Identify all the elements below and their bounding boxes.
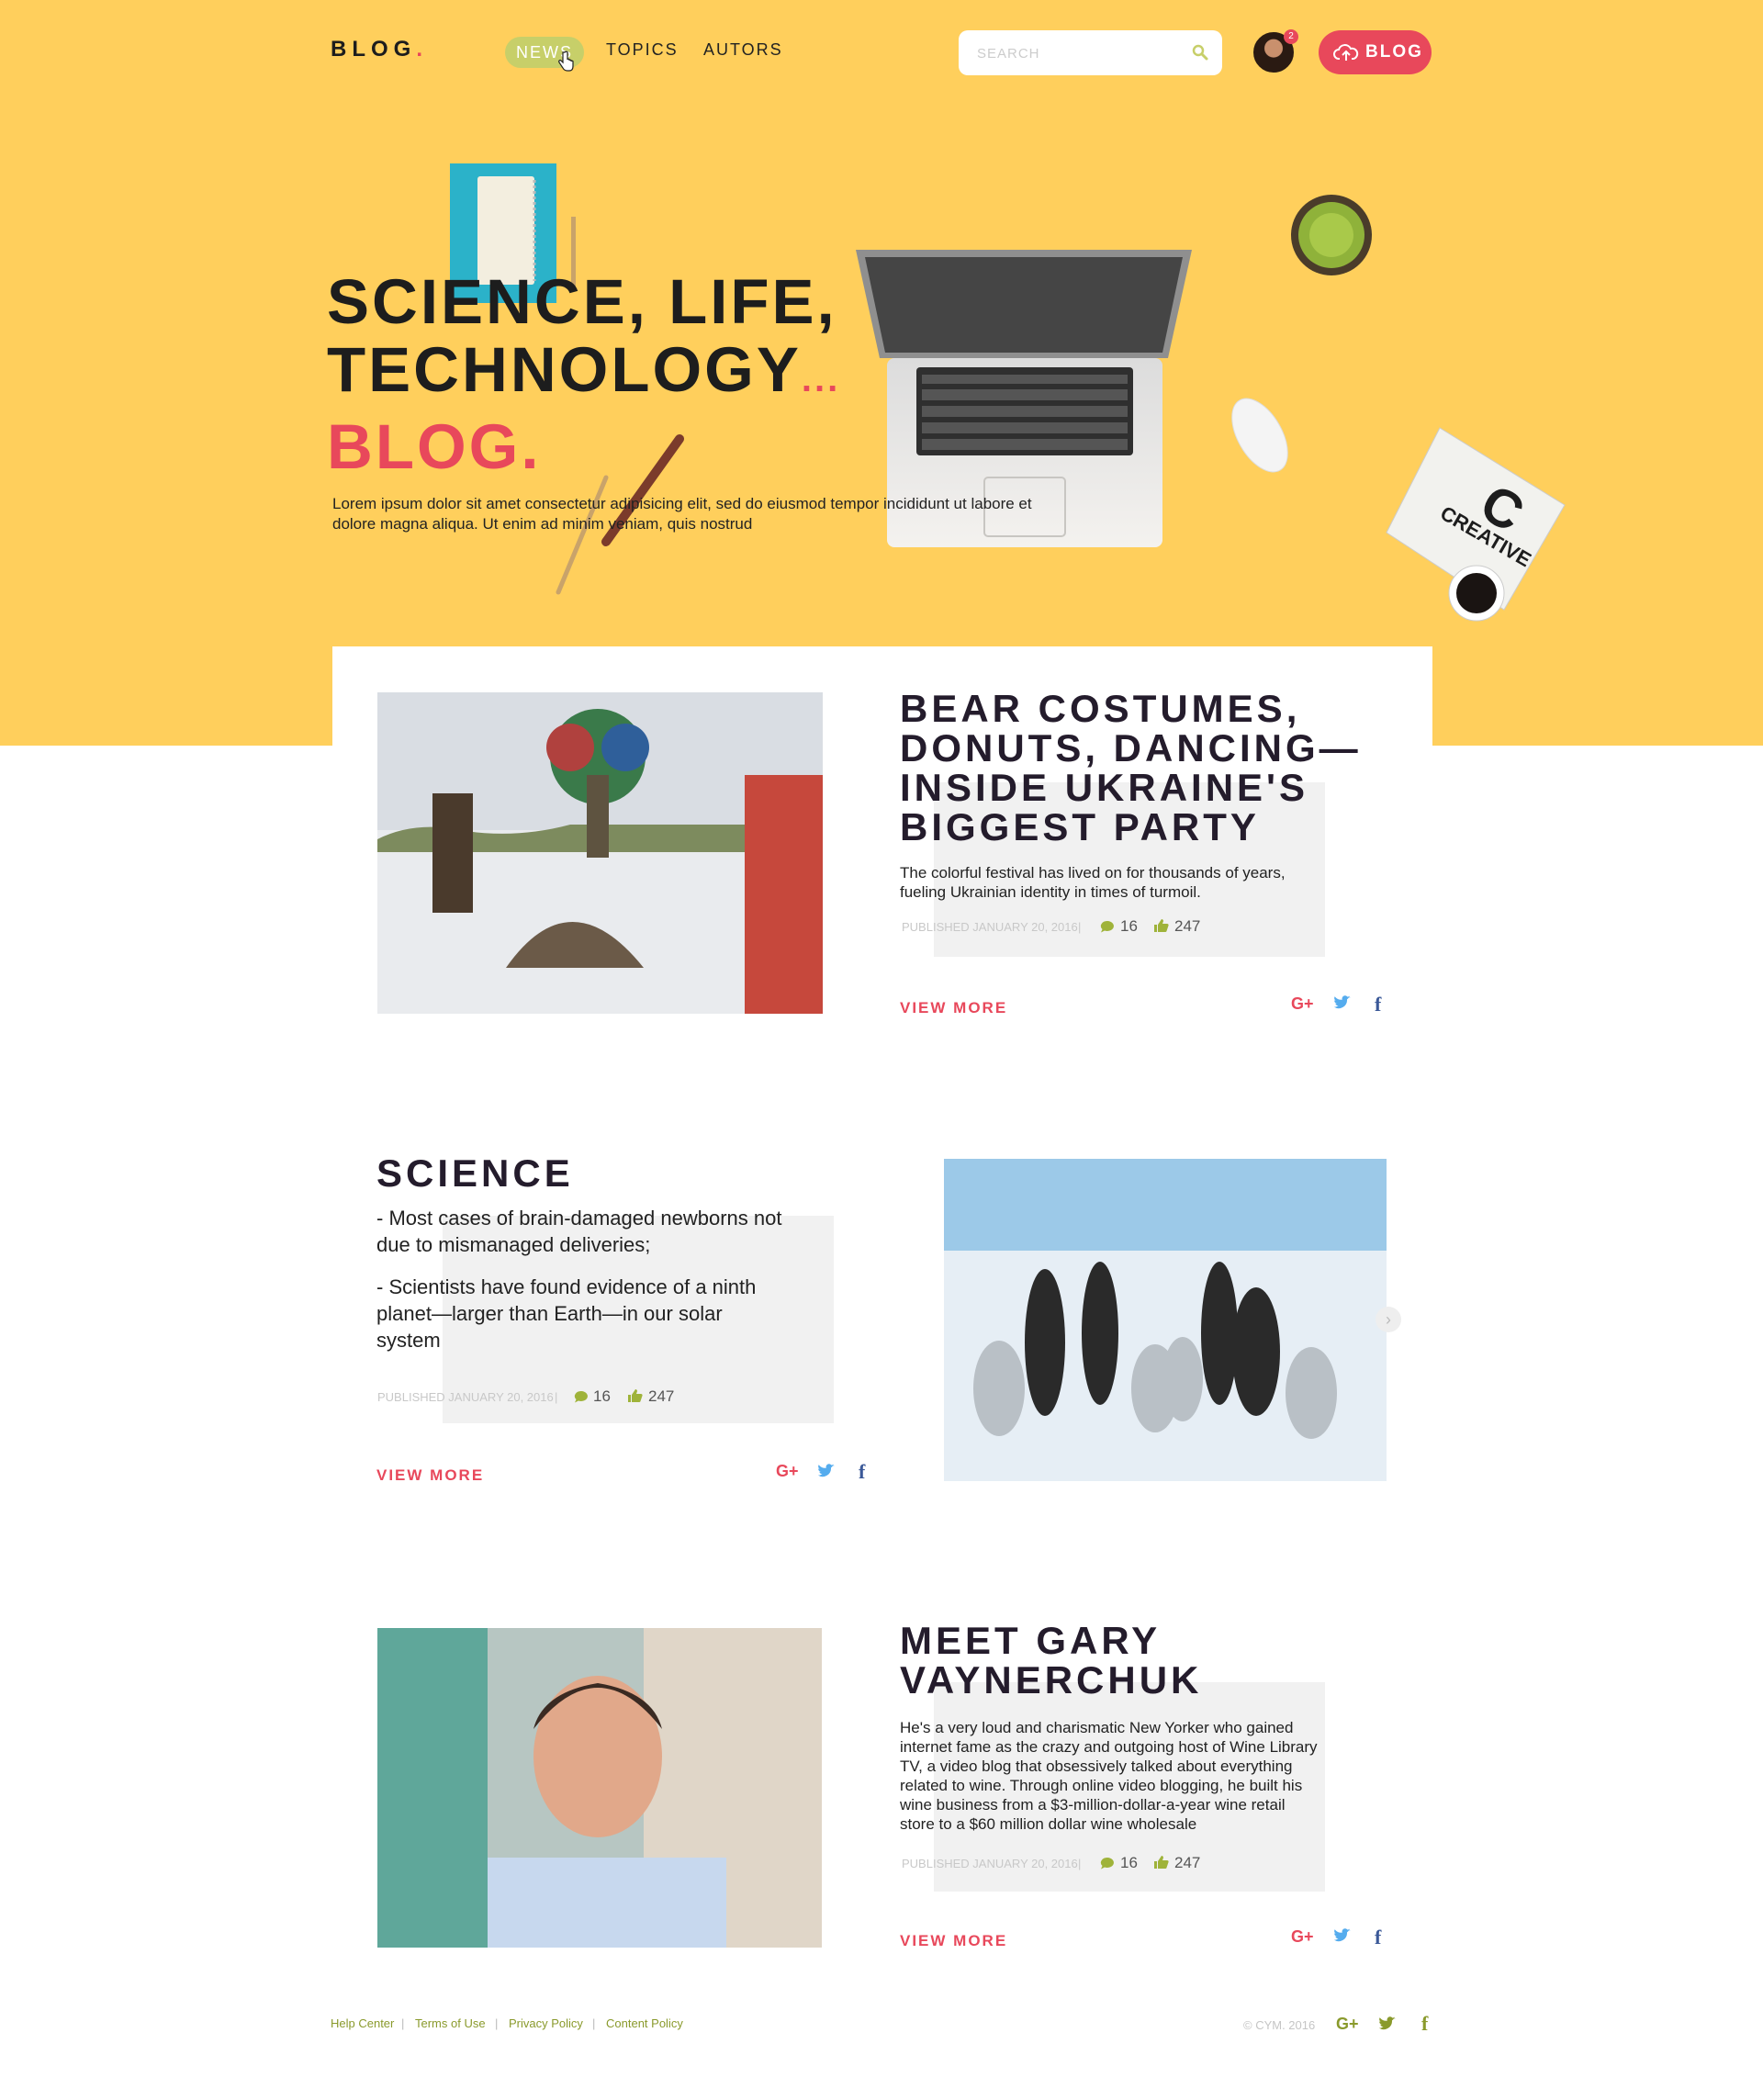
post-title[interactable]: SCIENCE — [376, 1153, 574, 1193]
like-icon[interactable] — [1153, 918, 1170, 933]
page: BLOG. NEWS TOPICS AUTORS 2 BLOG — [0, 0, 1763, 2100]
carousel-next-button[interactable]: › — [1376, 1307, 1401, 1332]
site-logo[interactable]: BLOG. — [331, 37, 428, 62]
post-bullets: - Most cases of brain-damaged newborns n… — [376, 1205, 790, 1353]
comment-icon — [1100, 920, 1114, 933]
search-box — [959, 30, 1222, 75]
like-count: 247 — [1174, 1854, 1201, 1871]
blog-button[interactable]: BLOG — [1319, 30, 1432, 74]
footer-separator: | — [401, 2016, 405, 2030]
hero-line-3: BLOG. — [327, 411, 542, 482]
post-description: The colorful festival has lived on for t… — [900, 864, 1286, 901]
comment-count: 16 — [1120, 1854, 1138, 1871]
post-title[interactable]: BEAR COSTUMES, DONUTS, DANCING— INSIDE U… — [900, 689, 1396, 847]
cloud-upload-icon — [1333, 44, 1359, 61]
search-input[interactable] — [977, 43, 1179, 63]
post-image-penguins[interactable] — [944, 1159, 1387, 1481]
like-icon[interactable] — [1153, 1855, 1170, 1870]
footer-link-privacy[interactable]: Privacy Policy — [509, 2016, 583, 2030]
view-more-link[interactable]: VIEW MORE — [900, 999, 1007, 1017]
notification-badge: 2 — [1284, 29, 1298, 44]
bullet-item: - Most cases of brain-damaged newborns n… — [376, 1207, 782, 1256]
google-plus-icon[interactable]: G+ — [1291, 994, 1314, 1014]
footer-facebook-icon[interactable]: f — [1421, 2012, 1428, 2036]
facebook-icon[interactable]: f — [1375, 993, 1381, 1016]
google-plus-icon[interactable]: G+ — [1291, 1927, 1314, 1947]
hero-description: Lorem ipsum dolor sit amet consectetur a… — [332, 495, 1032, 533]
hand-cursor-icon — [558, 51, 574, 72]
comment-count: 16 — [593, 1387, 611, 1405]
like-count: 247 — [1174, 917, 1201, 935]
meta-separator: | — [555, 1390, 558, 1404]
hero-headline: SCIENCE, LIFE, TECHNOLOGY... BLOG. — [327, 268, 840, 481]
search-icon[interactable] — [1191, 43, 1209, 62]
magazine-coffee-illustration: C CREATIVE — [1386, 427, 1566, 622]
nav-autors[interactable]: AUTORS — [703, 40, 783, 60]
copyright: © CYM. 2016 — [1243, 2018, 1316, 2032]
footer-link-content[interactable]: Content Policy — [606, 2016, 683, 2030]
post-description: He's a very loud and charismatic New Yor… — [900, 1719, 1318, 1833]
footer-link-help[interactable]: Help Center — [331, 2016, 394, 2030]
comment-count: 16 — [1120, 917, 1138, 935]
twitter-icon[interactable] — [1333, 995, 1352, 1011]
footer-twitter-icon[interactable] — [1378, 2016, 1397, 2032]
google-plus-icon[interactable]: G+ — [776, 1462, 799, 1481]
post-image-gary[interactable] — [377, 1628, 822, 1948]
footer-separator: | — [495, 2016, 499, 2030]
plant-illustration — [1291, 195, 1372, 275]
publish-date: PUBLISHED JANUARY 20, 2016 — [902, 1857, 1078, 1870]
comment-icon — [1100, 1857, 1114, 1870]
like-icon[interactable] — [627, 1388, 644, 1403]
footer-google-plus-icon[interactable]: G+ — [1336, 2015, 1359, 2034]
hero-line-1: SCIENCE, LIFE, — [327, 266, 837, 337]
hero-ellipsis: ... — [801, 359, 841, 399]
festival-photo — [377, 692, 823, 1014]
blog-button-label: BLOG — [1365, 42, 1423, 62]
publish-date: PUBLISHED JANUARY 20, 2016 — [902, 920, 1078, 934]
facebook-icon[interactable]: f — [859, 1460, 865, 1484]
nav-topics[interactable]: TOPICS — [606, 40, 679, 60]
post-title[interactable]: MEET GARY VAYNERCHUK — [900, 1621, 1286, 1700]
meta-separator: | — [1078, 1857, 1082, 1870]
meta-separator: | — [1078, 920, 1082, 934]
mouse-illustration — [1231, 398, 1288, 473]
footer-link-terms[interactable]: Terms of Use — [415, 2016, 486, 2030]
view-more-link[interactable]: VIEW MORE — [900, 1932, 1007, 1950]
like-count: 247 — [648, 1387, 675, 1405]
facebook-icon[interactable]: f — [1375, 1926, 1381, 1949]
post-image-festival[interactable] — [377, 692, 823, 1014]
hero-line-2: TECHNOLOGY — [327, 334, 802, 405]
twitter-icon[interactable] — [817, 1464, 836, 1479]
penguins-photo — [944, 1159, 1387, 1481]
publish-date: PUBLISHED JANUARY 20, 2016 — [377, 1390, 554, 1404]
bullet-item: - Scientists have found evidence of a ni… — [376, 1275, 757, 1352]
footer-separator: | — [592, 2016, 596, 2030]
portrait-photo — [377, 1628, 822, 1948]
twitter-icon[interactable] — [1333, 1928, 1352, 1944]
view-more-link[interactable]: VIEW MORE — [376, 1466, 484, 1485]
comment-icon — [574, 1390, 588, 1403]
